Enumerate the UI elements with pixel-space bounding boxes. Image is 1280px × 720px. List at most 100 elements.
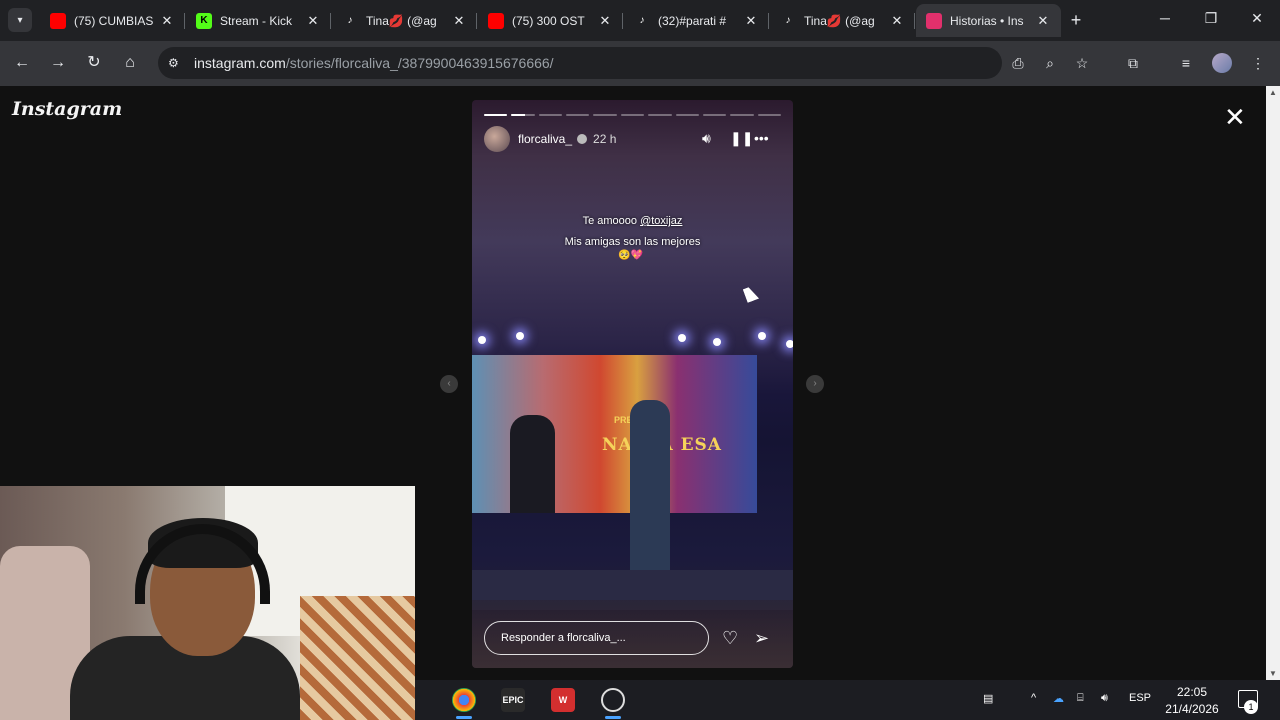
instagram-logo[interactable]: Instagram	[12, 98, 122, 120]
epic-games-taskbar-icon[interactable]: EPIC	[501, 688, 525, 712]
tab-separator	[622, 13, 623, 29]
progress-segment	[566, 114, 590, 116]
tab-close-icon[interactable]: ✕	[889, 13, 905, 29]
scrollbar[interactable]: ▲ ▼	[1266, 86, 1280, 680]
progress-segment	[620, 114, 645, 116]
tab-title: Tina💋 (@ag	[804, 13, 875, 28]
url-host: instagram.com	[194, 55, 286, 71]
webcam-bed	[300, 596, 415, 720]
url-path: /stories/florcaliva_/3879900463915676666…	[285, 55, 554, 71]
onedrive-icon[interactable]: ☁	[1053, 692, 1064, 705]
news-widget-icon[interactable]: ▤	[983, 692, 993, 705]
back-button[interactable]: ←	[12, 53, 32, 73]
zoom-icon[interactable]: ⌕	[1040, 53, 1060, 73]
tiktok-icon: ♪	[785, 15, 791, 26]
network-icon[interactable]: ⌸	[1077, 692, 1084, 705]
story-avatar[interactable]	[484, 126, 510, 152]
tray-overflow-icon[interactable]: ^	[1031, 692, 1036, 704]
window-close-button[interactable]: ✕	[1247, 10, 1267, 27]
verified-icon	[577, 134, 588, 144]
clock-time: 22:05	[1176, 685, 1208, 699]
tab-separator	[476, 13, 477, 29]
tab-close-icon[interactable]: ✕	[743, 13, 759, 29]
stage-lights	[472, 328, 793, 358]
tab-close-icon[interactable]: ✕	[305, 13, 321, 29]
story-header: florcaliva_ 22 h	[484, 126, 617, 152]
notification-badge: 1	[1244, 700, 1258, 714]
system-clock[interactable]: 22:05 21/4/2026	[1160, 684, 1224, 718]
progress-segment	[511, 114, 535, 116]
tab-title: (32)#parati #	[658, 13, 727, 28]
browser-toolbar: ← → ↻ ⌂ ⚙ instagram.com/stories/florcali…	[0, 41, 1280, 86]
browser-tab[interactable]: ♪ (32)#parati # ✕	[624, 4, 769, 37]
chrome-taskbar-icon[interactable]	[452, 688, 476, 712]
tiktok-icon: ♪	[639, 15, 645, 26]
tab-title: (75) 300 OST	[512, 13, 585, 28]
stage-screen: PREMIOS NA MA ESA	[472, 355, 757, 513]
next-story-arrow[interactable]: ›	[806, 375, 824, 393]
story-viewer[interactable]: florcaliva_ 22 h 🔊︎ ❚❚ ••• Te amoooo @to…	[472, 100, 793, 668]
tab-separator	[184, 13, 185, 29]
profile-avatar[interactable]	[1212, 53, 1232, 73]
progress-segment	[648, 114, 672, 116]
new-tab-button[interactable]: +	[1066, 10, 1086, 31]
address-bar[interactable]: ⚙ instagram.com/stories/florcaliva_/3879…	[158, 47, 1002, 79]
webcam-overlay	[0, 486, 415, 720]
story-time: 22 h	[593, 132, 617, 146]
menu-icon[interactable]: ⋮	[1248, 53, 1268, 73]
tab-close-icon[interactable]: ✕	[159, 13, 175, 29]
tab-separator	[768, 13, 769, 29]
bookmark-star-icon[interactable]: ☆	[1072, 53, 1092, 73]
mute-icon[interactable]: 🔊︎	[702, 130, 711, 147]
like-heart-icon[interactable]: ♡	[722, 628, 738, 649]
browser-tab[interactable]: ♪ Tina💋 (@ag ✕	[770, 4, 915, 37]
language-indicator[interactable]: ESP	[1129, 692, 1151, 704]
progress-segment	[675, 114, 699, 116]
tab-search-button[interactable]: ▾	[8, 8, 32, 32]
tab-separator	[914, 13, 915, 29]
tab-close-icon[interactable]: ✕	[597, 13, 613, 29]
forward-button[interactable]: →	[48, 53, 68, 73]
progress-segment	[484, 114, 508, 116]
tiktok-icon: ♪	[347, 15, 353, 26]
reload-button[interactable]: ↻	[84, 53, 104, 73]
previous-story-arrow[interactable]: ‹	[440, 375, 458, 393]
active-indicator	[456, 716, 472, 719]
install-app-icon[interactable]: ⎙	[1008, 53, 1028, 73]
site-info-icon[interactable]: ⚙	[168, 56, 186, 70]
more-options-icon[interactable]: •••	[754, 130, 769, 146]
mention-link[interactable]: @toxijaz	[640, 215, 682, 227]
youtube-icon	[488, 12, 504, 29]
share-send-icon[interactable]: ➢	[754, 628, 769, 649]
close-story-icon[interactable]: ✕	[1224, 104, 1246, 130]
pause-icon[interactable]: ❚❚	[730, 130, 753, 147]
tab-close-icon[interactable]: ✕	[451, 13, 467, 29]
browser-tab[interactable]: ♪ Tina💋 (@ag ✕	[332, 4, 477, 37]
progress-segment	[730, 114, 754, 116]
obs-taskbar-icon[interactable]	[601, 688, 625, 712]
minimize-button[interactable]: ─	[1155, 10, 1175, 26]
home-button[interactable]: ⌂	[120, 53, 140, 73]
progress-segment	[593, 114, 617, 116]
tab-close-icon[interactable]: ✕	[1035, 13, 1051, 29]
tab-title: Stream - Kick	[220, 13, 293, 28]
tab-separator	[330, 13, 331, 29]
clock-date: 21/4/2026	[1165, 702, 1219, 716]
progress-segment	[757, 114, 781, 116]
tab-title: (75) CUMBIAS	[74, 13, 154, 28]
story-progress-bar	[484, 114, 781, 116]
browser-tab[interactable]: K Stream - Kick ✕	[186, 4, 331, 37]
media-control-icon[interactable]: ≡	[1176, 53, 1196, 73]
browser-tab[interactable]: (75) 300 OST ✕	[478, 4, 623, 37]
story-username[interactable]: florcaliva_	[518, 132, 572, 146]
browser-tab[interactable]: Historias • Ins ✕	[916, 4, 1061, 37]
reply-input[interactable]: Responder a florcaliva_...	[484, 621, 709, 655]
browser-tab[interactable]: (75) CUMBIAS ✕	[40, 4, 185, 37]
youtube-icon	[50, 12, 66, 29]
restore-button[interactable]: ❐	[1201, 10, 1221, 27]
wps-taskbar-icon[interactable]: W	[551, 688, 575, 712]
tab-title: Historias • Ins	[950, 13, 1024, 28]
volume-icon[interactable]: 🔊︎	[1101, 692, 1108, 705]
extensions-icon[interactable]: ⧉	[1123, 53, 1143, 73]
tab-title: Tina💋 (@ag	[366, 13, 437, 28]
